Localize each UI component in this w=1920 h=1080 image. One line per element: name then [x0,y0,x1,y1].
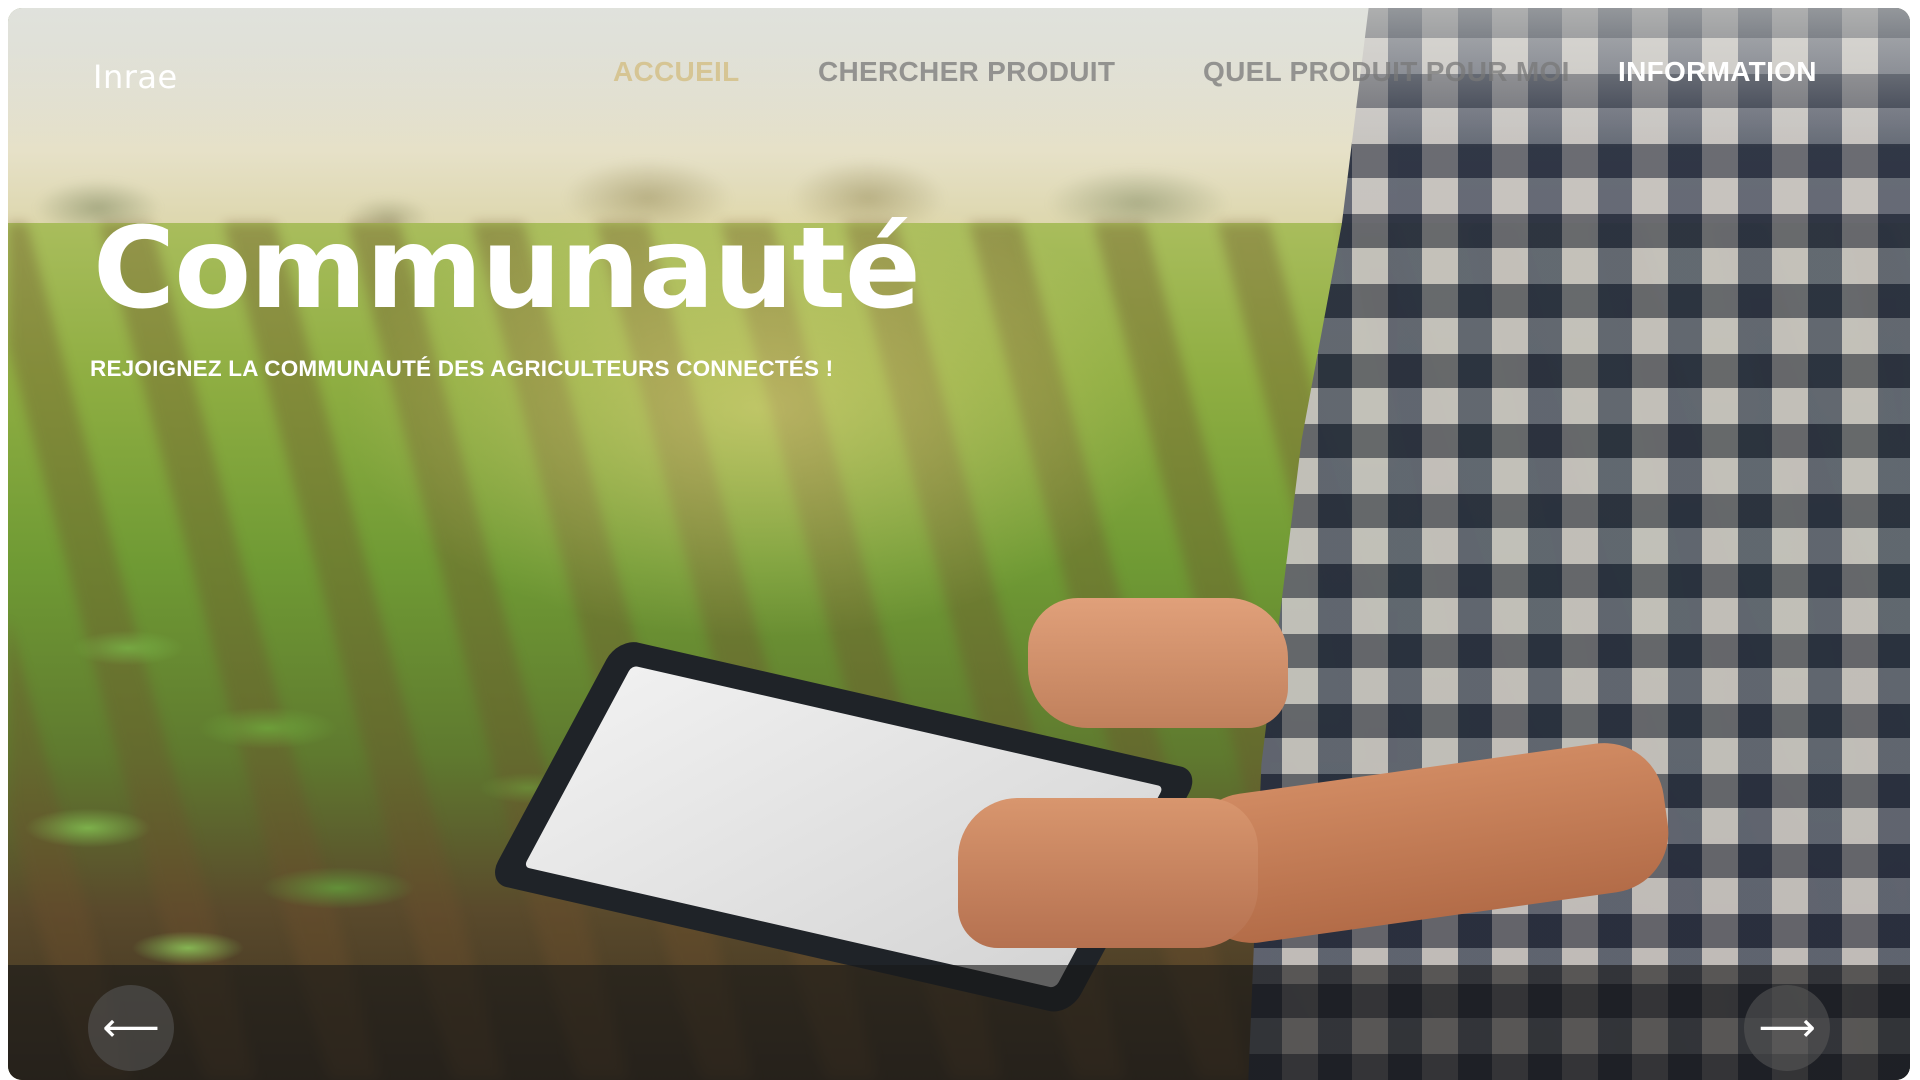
farmer-hand-bottom [958,798,1258,948]
site-logo[interactable]: Inrae [93,58,178,96]
farmer-hand-top [1028,598,1288,728]
carousel-controls: ⟵ ⟶ [8,965,1910,1080]
hero-banner: Inrae ACCUEIL CHERCHER PRODUIT QUEL PROD… [8,8,1910,1080]
site-header: Inrae ACCUEIL CHERCHER PRODUIT QUEL PROD… [8,8,1910,128]
arrow-right-icon: ⟶ [1758,1005,1816,1051]
nav-item-information[interactable]: INFORMATION [1618,56,1817,88]
hero-subtitle: REJOIGNEZ LA COMMUNAUTÉ DES AGRICULTEURS… [90,356,834,381]
arrow-left-icon: ⟵ [102,1005,160,1051]
background-photo [8,8,1910,1080]
carousel-next-button[interactable]: ⟶ [1744,985,1830,1071]
hero-title: Communauté [93,204,921,334]
nav-item-accueil[interactable]: ACCUEIL [613,56,740,88]
nav-item-chercher-produit[interactable]: CHERCHER PRODUIT [818,56,1115,88]
nav-item-quel-produit-pour-moi[interactable]: QUEL PRODUIT POUR MOI [1203,56,1570,88]
carousel-prev-button[interactable]: ⟵ [88,985,174,1071]
